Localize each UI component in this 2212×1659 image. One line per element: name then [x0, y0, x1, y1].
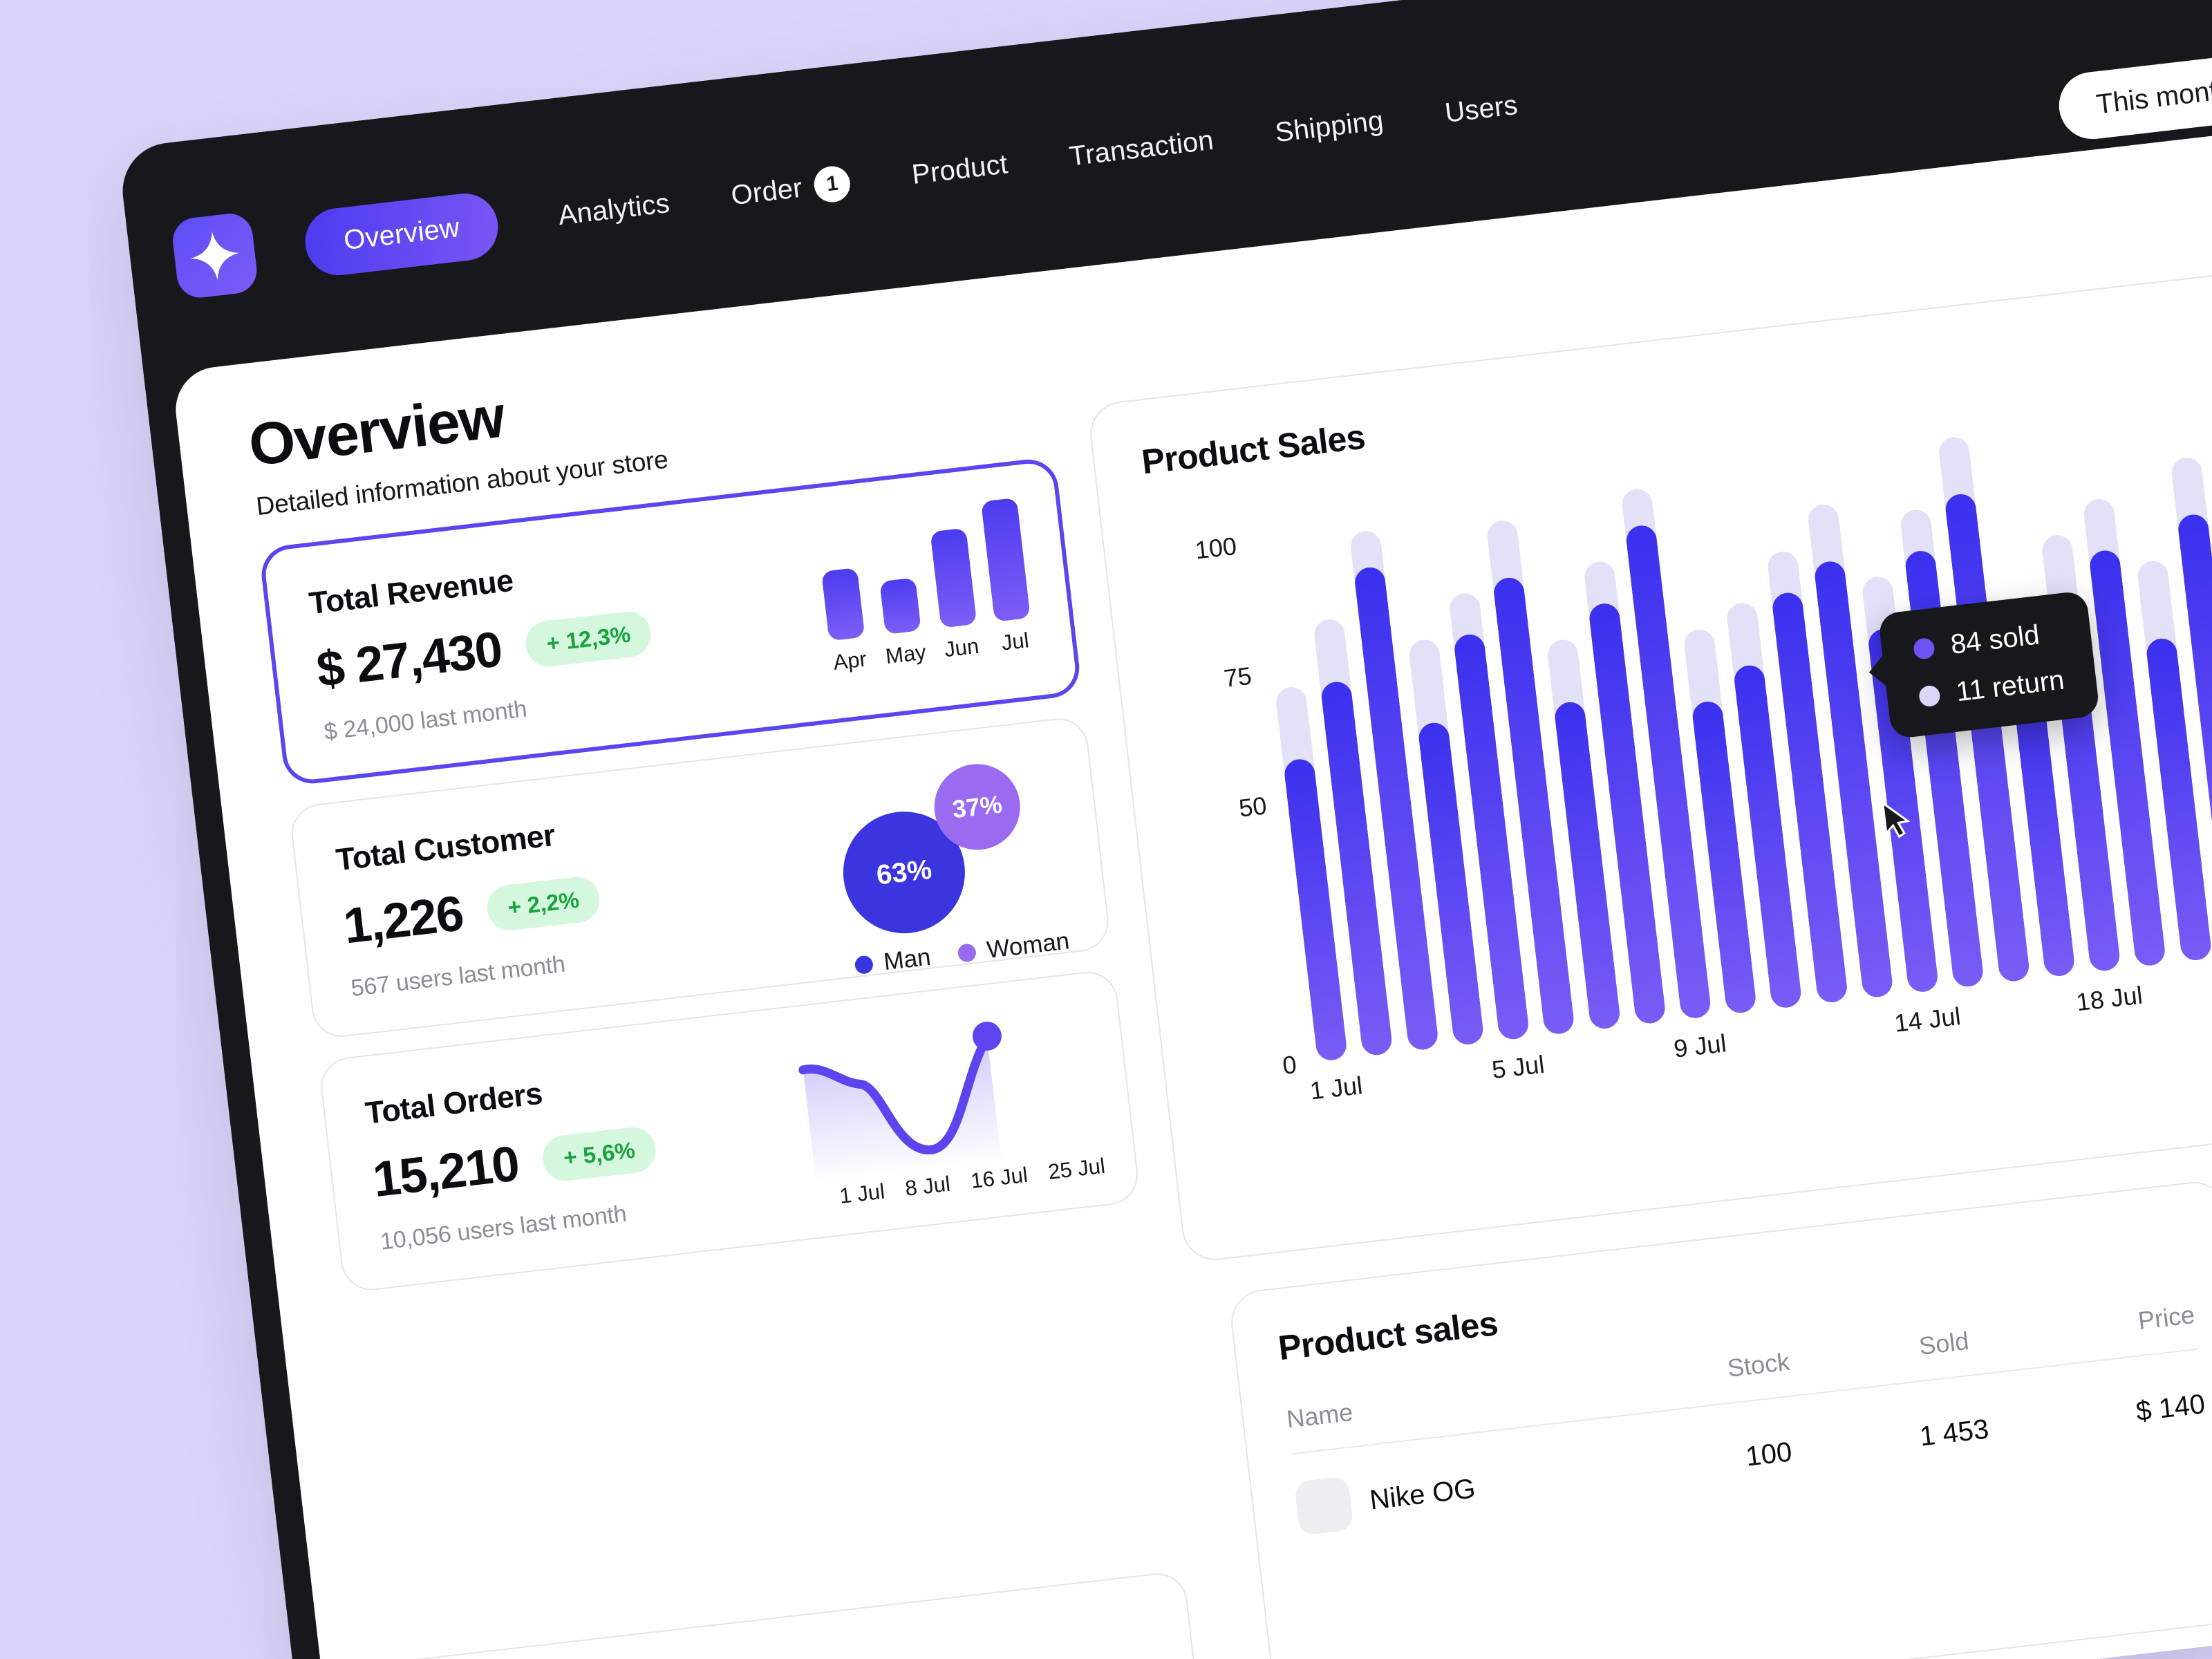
legend-label-woman: Woman: [985, 927, 1071, 964]
stats-column: Total Revenue $ 27,430 + 12,3% $ 24,000 …: [258, 456, 1143, 1314]
ytick-label: 100: [1193, 532, 1239, 565]
mini-bar: [980, 497, 1031, 622]
nav-label-shipping: Shipping: [1273, 104, 1385, 148]
stat-delta-badge: + 5,6%: [540, 1125, 658, 1183]
tooltip-dot-sold: [1912, 637, 1936, 660]
nav-label-product: Product: [910, 148, 1010, 190]
table-cell-price: $ 140: [2134, 1388, 2207, 1427]
nav-item-shipping[interactable]: Shipping: [1272, 101, 1387, 153]
product-sales-title: Product Sales: [1139, 417, 1367, 482]
ytick-label: 0: [1281, 1049, 1298, 1080]
revenue-mini-bar-chart: Apr May Jun Jul: [816, 497, 1035, 675]
tooltip-sold-value: 84 sold: [1949, 619, 2041, 660]
nav-item-product[interactable]: Product: [908, 144, 1011, 195]
mini-bar: [930, 527, 977, 628]
tooltip-row-return: 11 return: [1918, 665, 2066, 713]
stat-value: 1,226: [340, 885, 466, 955]
orders-sparkline-chart: [793, 994, 1107, 1186]
mini-bar-label: Apr: [832, 646, 868, 675]
xtick-label: 1 Jul: [838, 1179, 886, 1208]
legend-label-man: Man: [882, 943, 932, 976]
table-cell-name: Nike OG: [1294, 1438, 1679, 1536]
column-header-price[interactable]: Price: [2035, 1300, 2196, 1347]
top-sales-by-country-title: Top sales by country: [433, 1615, 1152, 1659]
top-sales-by-country-card[interactable]: Top sales by country: [387, 1570, 1210, 1659]
table-cell-stock: 100: [1744, 1436, 1794, 1472]
legend-dot-man: [854, 955, 874, 975]
legend-man: Man: [854, 944, 932, 980]
screen-background: Overview Analytics Order 1 Product Trans…: [0, 0, 2212, 1659]
tooltip-tail: [1866, 652, 1889, 691]
mini-bar-label: Jun: [943, 633, 980, 662]
tooltip-return-value: 11 return: [1954, 664, 2066, 708]
nav-item-transaction[interactable]: Transaction: [1066, 120, 1217, 176]
xtick-label: 9 Jul: [1672, 1029, 1728, 1063]
nav-label-transaction: Transaction: [1067, 124, 1215, 172]
ytick-label: 50: [1237, 791, 1268, 823]
nav-label-users: Users: [1443, 89, 1519, 129]
ytick-label: 75: [1222, 661, 1253, 693]
product-sales-table-card: Product sales Name Stock Sold Price Nike…: [1228, 1178, 2212, 1659]
mini-bar-column: Jul: [980, 497, 1035, 656]
mini-bar-column: May: [877, 577, 928, 669]
order-count-badge: 1: [812, 164, 853, 205]
xtick-label: 5 Jul: [1490, 1049, 1546, 1085]
table-cell-sold: 1 453: [1918, 1413, 1991, 1452]
mini-bar: [821, 567, 865, 641]
nav-label-overview: Overview: [341, 212, 462, 256]
product-sales-panel: Product Sales Product sold 05075100 1 Ju…: [1086, 256, 2212, 1264]
xtick-label: 18 Jul: [2074, 980, 2144, 1017]
column-header-stock[interactable]: Stock: [1664, 1340, 1853, 1390]
mini-bar-column: Apr: [821, 567, 869, 675]
stat-value: $ 27,430: [314, 621, 505, 698]
dashboard-page: Overview Detailed information about your…: [171, 113, 2212, 1659]
nav-item-order[interactable]: Order 1: [727, 160, 854, 218]
sparkle-icon: [187, 227, 243, 284]
customer-gender-bubble-chart: 63% 37%: [819, 751, 1066, 949]
legend-dot-woman: [957, 943, 977, 963]
column-header-sold[interactable]: Sold: [1850, 1318, 2038, 1369]
product-name: Nike OG: [1368, 1472, 1477, 1516]
mini-bar-label: May: [884, 639, 928, 669]
xtick-label: 1 Jul: [1308, 1071, 1365, 1105]
tooltip-row-sold: 84 sold: [1912, 617, 2061, 665]
nav-item-users[interactable]: Users: [1441, 85, 1521, 133]
nav-label-order: Order: [729, 172, 804, 211]
app-logo[interactable]: [170, 211, 260, 301]
page-header: Overview Detailed information about your…: [245, 364, 670, 521]
nav-label-analytics: Analytics: [556, 187, 671, 231]
mini-bar-label: Jul: [1000, 628, 1031, 655]
stat-delta-badge: + 2,2%: [485, 874, 603, 933]
app-window: Overview Analytics Order 1 Product Trans…: [118, 0, 2212, 1659]
nav-item-analytics[interactable]: Analytics: [554, 183, 673, 236]
mini-bar: [879, 577, 921, 635]
nav-item-overview[interactable]: Overview: [301, 189, 502, 279]
mouse-cursor-icon: [1880, 799, 1912, 841]
xtick-label: 8 Jul: [903, 1171, 952, 1201]
period-selector-value: This month: [2094, 73, 2212, 120]
stat-value: 15,210: [370, 1136, 522, 1208]
xtick-label: 14 Jul: [1893, 1002, 1962, 1038]
mini-bar-column: Jun: [930, 527, 981, 663]
chart-tooltip: 84 sold 11 return: [1866, 590, 2101, 740]
tooltip-dot-return: [1918, 684, 1941, 708]
stat-delta-badge: + 12,3%: [523, 609, 654, 669]
product-thumbnail: [1294, 1476, 1354, 1536]
